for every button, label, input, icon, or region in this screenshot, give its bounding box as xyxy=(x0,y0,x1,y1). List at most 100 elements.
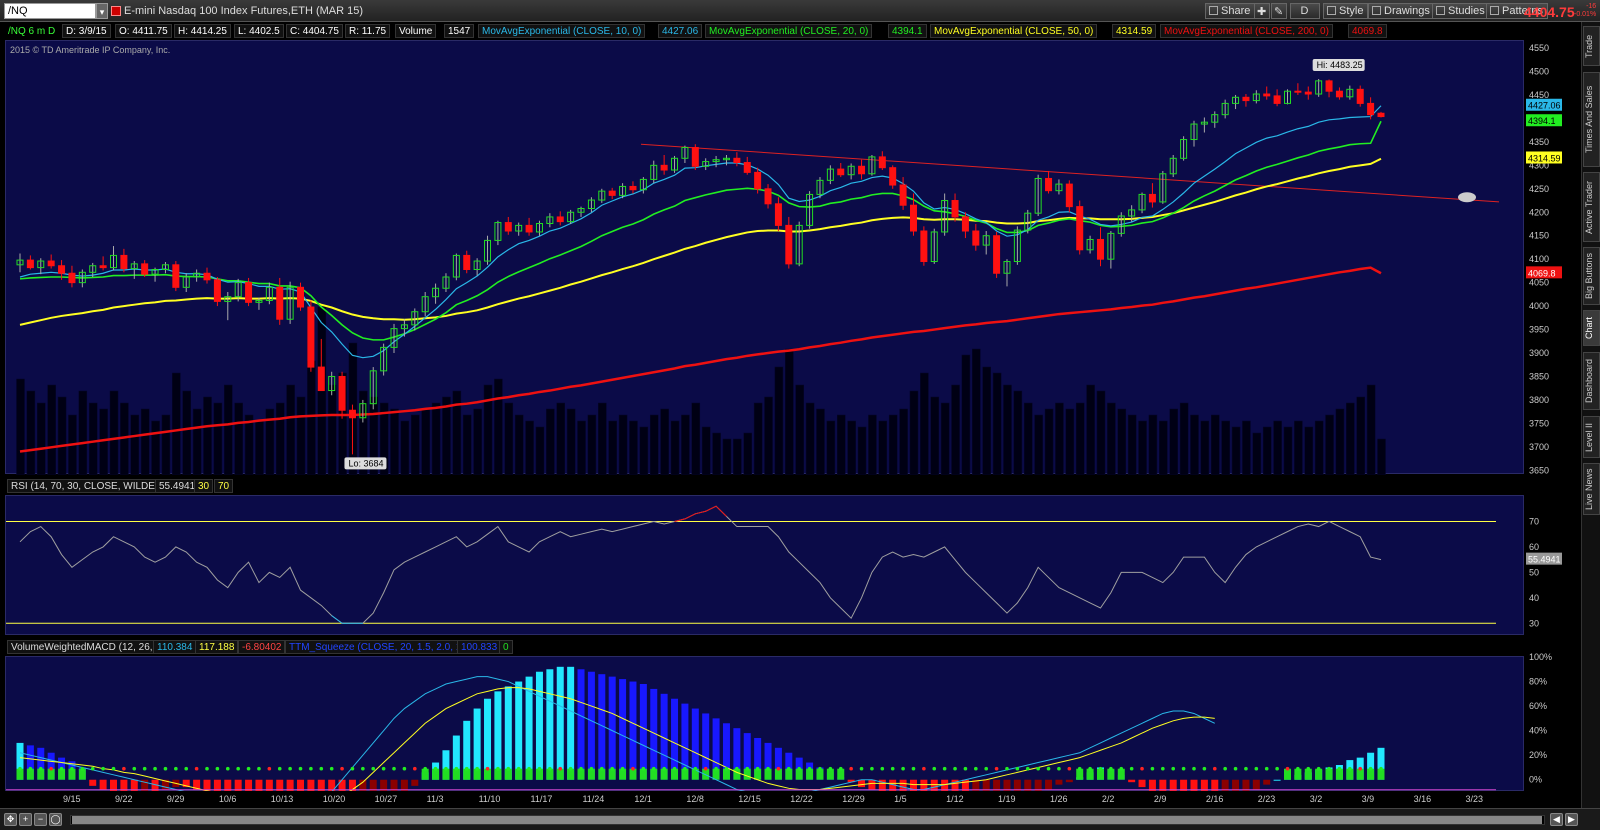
period-label[interactable]: /NQ 6 m D xyxy=(4,24,60,38)
tab-dashboard[interactable]: Dashboard xyxy=(1583,352,1600,410)
macd-chart[interactable] xyxy=(6,657,1525,827)
candle-body xyxy=(972,230,980,246)
tab-big-buttons[interactable]: Big Buttons xyxy=(1583,247,1600,305)
candle-body xyxy=(764,188,772,205)
volume-bar xyxy=(400,420,410,476)
crosshair-button[interactable]: ✚ xyxy=(1254,3,1270,19)
candle-body xyxy=(276,286,284,320)
volume-bar xyxy=(473,408,482,476)
squeeze-dot xyxy=(1233,766,1238,771)
pan-icon[interactable]: ✥ xyxy=(4,813,17,826)
volume-bar xyxy=(764,396,773,476)
x-tick-label: 12/29 xyxy=(842,794,865,804)
squeeze-dot xyxy=(381,766,386,771)
x-tick-label: 12/1 xyxy=(634,794,652,804)
volume-bar xyxy=(587,414,597,476)
ema20-label[interactable]: MovAvgExponential (CLOSE, 20, 0) xyxy=(705,24,873,38)
rsi-pane[interactable] xyxy=(5,495,1524,635)
price-tick-label: 4350 xyxy=(1529,137,1549,147)
tab-trade[interactable]: Trade xyxy=(1583,26,1600,66)
volume-label[interactable]: Volume xyxy=(395,24,437,38)
squeeze-label[interactable]: TTM_Squeeze (CLOSE, 20, 1.5, 2.0, 1.0) xyxy=(285,640,477,654)
macd-tick-label: 0% xyxy=(1529,775,1542,785)
candle-body xyxy=(608,190,616,196)
share-button[interactable]: Share xyxy=(1205,3,1256,19)
squeeze-histogram-bar xyxy=(629,681,637,780)
squeeze-dot xyxy=(1057,766,1061,771)
candle-body xyxy=(1076,206,1084,251)
squeeze-dot xyxy=(340,766,344,771)
candle-body xyxy=(837,168,845,176)
squeeze-histogram-bar xyxy=(1252,779,1260,790)
ema10-label[interactable]: MovAvgExponential (CLOSE, 10, 0) xyxy=(478,24,646,38)
macd-label[interactable]: VolumeWeightedMACD (12, 26, 9) xyxy=(7,640,169,654)
price-chart[interactable]: Hi: 4483.25 Lo: 3684 xyxy=(6,41,1525,476)
volume-bar xyxy=(1377,438,1386,476)
candle-body xyxy=(1294,90,1302,93)
volume-bar xyxy=(1314,420,1324,476)
squeeze-dot xyxy=(1171,766,1176,771)
squeeze-histogram-bar xyxy=(577,669,585,780)
tab-times-and-sales[interactable]: Times And Sales xyxy=(1583,72,1600,167)
zoom-in-icon[interactable]: + xyxy=(19,813,32,826)
squeeze-dot xyxy=(672,766,677,771)
ema200-label[interactable]: MovAvgExponential (CLOSE, 200, 0) xyxy=(1160,24,1333,38)
ema50-label[interactable]: MovAvgExponential (CLOSE, 50, 0) xyxy=(930,24,1098,38)
price-pane[interactable]: Hi: 4483.25 Lo: 3684 2015 © TD Ameritrade… xyxy=(5,40,1525,476)
volume-bar xyxy=(1356,396,1365,476)
price-tick-label: 4150 xyxy=(1529,231,1549,241)
squeeze-dot xyxy=(184,766,189,771)
squeeze-dot xyxy=(942,766,947,771)
fit-icon[interactable]: ◯ xyxy=(49,813,62,826)
rsi-label[interactable]: RSI (14, 70, 30, CLOSE, WILDERS) xyxy=(7,479,177,493)
time-scrollbar-thumb[interactable] xyxy=(72,816,1542,824)
squeeze-dot xyxy=(766,766,770,771)
volume-value: 1547 xyxy=(444,24,475,38)
volume-bar xyxy=(535,426,545,476)
volume-bar xyxy=(972,348,981,476)
squeeze-dot xyxy=(922,766,926,771)
scroll-left-icon[interactable]: ◀ xyxy=(1550,813,1563,826)
ema-price-tag-label: 4069.8 xyxy=(1528,268,1556,278)
rsi-chart[interactable] xyxy=(6,496,1525,636)
tab-chart[interactable]: Chart xyxy=(1583,310,1600,346)
candle-body xyxy=(774,203,782,226)
price-tick-label: 3800 xyxy=(1529,395,1549,405)
x-tick-label: 9/22 xyxy=(115,794,133,804)
zoom-out-icon[interactable]: − xyxy=(34,813,47,826)
squeeze-dot xyxy=(838,766,843,771)
bar-low: L: 4402.5 xyxy=(234,24,284,38)
style-button[interactable]: Style xyxy=(1323,3,1369,19)
studies-button[interactable]: Studies xyxy=(1432,3,1490,19)
candle-body xyxy=(1148,193,1156,203)
symbol-dropdown[interactable]: ▾ xyxy=(96,3,108,19)
squeeze-dot xyxy=(288,766,292,771)
candle-body xyxy=(1367,102,1375,116)
candle-body xyxy=(141,263,149,275)
price-tick-label: 3950 xyxy=(1529,325,1549,335)
squeeze-dot xyxy=(953,766,957,771)
pct-change: -0.01% xyxy=(1574,11,1597,18)
x-tick-label: 2/9 xyxy=(1154,794,1167,804)
tab-active-trader[interactable]: Active Trader xyxy=(1583,172,1600,242)
tools-button[interactable]: ✎ xyxy=(1271,3,1287,19)
share-label: Share xyxy=(1221,5,1251,17)
tab-level-ii[interactable]: Level II xyxy=(1583,416,1600,458)
macd-pane[interactable] xyxy=(5,656,1525,827)
volume-bar xyxy=(26,390,36,476)
drawings-button[interactable]: Drawings xyxy=(1368,3,1435,19)
volume-bar xyxy=(286,384,295,476)
volume-bar xyxy=(982,366,991,476)
volume-bar xyxy=(722,438,732,476)
symbol-input[interactable]: /NQ xyxy=(4,3,96,19)
scroll-right-icon[interactable]: ▶ xyxy=(1565,813,1578,826)
d-button[interactable]: D xyxy=(1290,3,1320,19)
squeeze-dot xyxy=(454,766,459,771)
tab-live-news[interactable]: Live News xyxy=(1583,463,1600,515)
squeeze-dot xyxy=(683,766,687,771)
volume-bar xyxy=(1179,402,1189,476)
squeeze-dot xyxy=(38,766,43,771)
candle-body xyxy=(525,224,533,233)
rsi-tick-label: 50 xyxy=(1529,567,1539,577)
volume-bar xyxy=(1159,420,1168,476)
